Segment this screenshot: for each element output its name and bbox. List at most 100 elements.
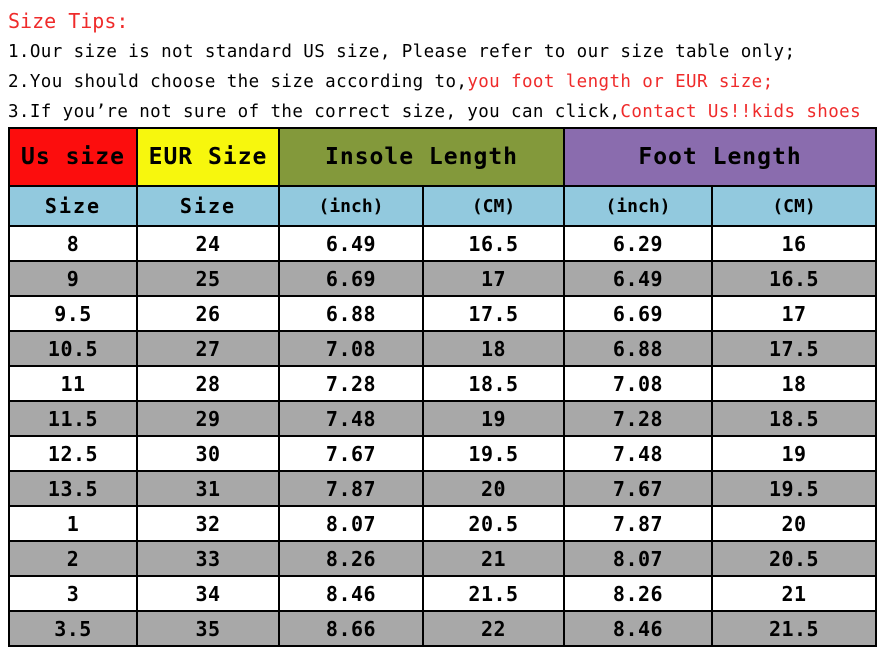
table-cell: 20 [711,505,878,542]
table-cell: 12.5 [8,435,138,472]
size-tip-number: 3. [8,102,30,122]
table-unit-header-cell: (CM) [421,185,566,227]
table-cell: 11 [8,365,138,402]
table-cell: 7.67 [563,470,714,507]
table-cell: 31 [136,470,280,507]
table-cell: 8.46 [563,610,714,647]
table-cell: 7.87 [563,505,714,542]
size-tip-line: 1.Our size is not standard US size, Plea… [0,37,883,67]
table-cell: 3 [8,575,138,612]
size-tips-title: Size Tips: [8,9,129,33]
table-group-header-row: Us size EUR Size Insole Length Foot Length [8,127,878,187]
table-cell: 27 [136,330,280,367]
table-cell: 18 [711,365,878,402]
table-row: 3.5 35 8.66 22 8.46 21.5 [8,610,878,647]
table-cell: 7.08 [563,365,714,402]
table-cell: 28 [136,365,280,402]
size-tip-number: 2. [8,72,30,92]
size-tip-highlight: Contact Us!!kids shoes [620,102,862,122]
table-cell: 13.5 [8,470,138,507]
table-cell: 16.5 [421,225,566,262]
table-unit-header-cell: Size [136,185,280,227]
table-cell: 8.07 [563,540,714,577]
table-cell: 19.5 [421,435,566,472]
table-cell: 17.5 [421,295,566,332]
table-group-header-cell: Insole Length [277,127,566,187]
table-cell: 7.08 [278,330,424,367]
table-cell: 18.5 [711,400,878,437]
table-row: 9.5 26 6.88 17.5 6.69 17 [8,295,878,332]
size-tip-line: 3.If you’re not sure of the correct size… [0,97,883,127]
table-row: 2 33 8.26 21 8.07 20.5 [8,540,878,577]
table-cell: 29 [136,400,280,437]
table-row: 9 25 6.69 17 6.49 16.5 [8,260,878,297]
table-row: 11.5 29 7.48 19 7.28 18.5 [8,400,878,437]
table-cell: 25 [136,260,280,297]
table-cell: 19 [711,435,878,472]
table-row: 3 34 8.46 21.5 8.26 21 [8,575,878,612]
table-unit-header-cell: Size [8,185,138,227]
size-tips-list: 1.Our size is not standard US size, Plea… [0,37,883,127]
size-table-container: Us size EUR Size Insole Length Foot Length … [0,127,883,647]
table-cell: 8.66 [278,610,424,647]
table-cell: 20 [421,470,566,507]
table-cell: 17.5 [711,330,878,367]
table-cell: 21 [711,575,878,612]
table-cell: 20.5 [421,505,566,542]
table-cell: 18 [421,330,566,367]
table-cell: 7.87 [278,470,424,507]
table-cell: 22 [421,610,566,647]
table-cell: 34 [136,575,280,612]
size-tip-text: You should choose the size according to, [29,72,468,92]
table-cell: 6.88 [278,295,424,332]
table-unit-header-cell: (CM) [711,185,878,227]
table-cell: 16.5 [711,260,878,297]
table-cell: 1 [8,505,138,542]
table-cell: 8.46 [278,575,424,612]
table-cell: 21.5 [421,575,566,612]
table-unit-header-row: Size Size (inch) (CM) (inch) (CM) [8,185,878,227]
table-cell: 7.48 [563,435,714,472]
table-cell: 8.07 [278,505,424,542]
table-cell: 6.49 [278,225,424,262]
table-cell: 6.69 [563,295,714,332]
table-cell: 20.5 [711,540,878,577]
size-chart-table: Us size EUR Size Insole Length Foot Length … [8,127,878,647]
table-cell: 32 [136,505,280,542]
table-cell: 19.5 [711,470,878,507]
table-cell: 6.29 [563,225,714,262]
table-cell: 9 [8,260,138,297]
size-table-body: 8 24 6.49 16.5 6.29 16 9 25 6.69 17 6.49 16.5 9.5 26 6… [8,225,878,647]
size-tip-text: If you’re not sure of the correct size, … [29,102,621,122]
table-cell: 8 [8,225,138,262]
table-cell: 7.28 [278,365,424,402]
table-row: 1 32 8.07 20.5 7.87 20 [8,505,878,542]
table-cell: 33 [136,540,280,577]
size-tip-number: 1. [8,42,30,62]
table-cell: 24 [136,225,280,262]
table-cell: 35 [136,610,280,647]
table-cell: 7.67 [278,435,424,472]
table-cell: 6.69 [278,260,424,297]
size-tip-line: 2.You should choose the size according t… [0,67,883,97]
table-row: 8 24 6.49 16.5 6.29 16 [8,225,878,262]
size-table-head: Us size EUR Size Insole Length Foot Length … [8,127,878,227]
table-cell: 8.26 [278,540,424,577]
table-cell: 26 [136,295,280,332]
table-cell: 18.5 [421,365,566,402]
table-cell: 17 [711,295,878,332]
table-unit-header-cell: (inch) [563,185,714,227]
size-tips-section: Size Tips: 1.Our size is not standard US… [0,0,883,127]
table-cell: 30 [136,435,280,472]
table-group-header-cell: Us size [8,127,138,187]
table-cell: 10.5 [8,330,138,367]
table-cell: 9.5 [8,295,138,332]
table-cell: 19 [421,400,566,437]
table-cell: 3.5 [8,610,138,647]
table-cell: 6.88 [563,330,714,367]
table-cell: 8.26 [563,575,714,612]
table-cell: 7.48 [278,400,424,437]
table-group-header-cell: EUR Size [136,127,280,187]
table-cell: 11.5 [8,400,138,437]
table-cell: 16 [711,225,878,262]
